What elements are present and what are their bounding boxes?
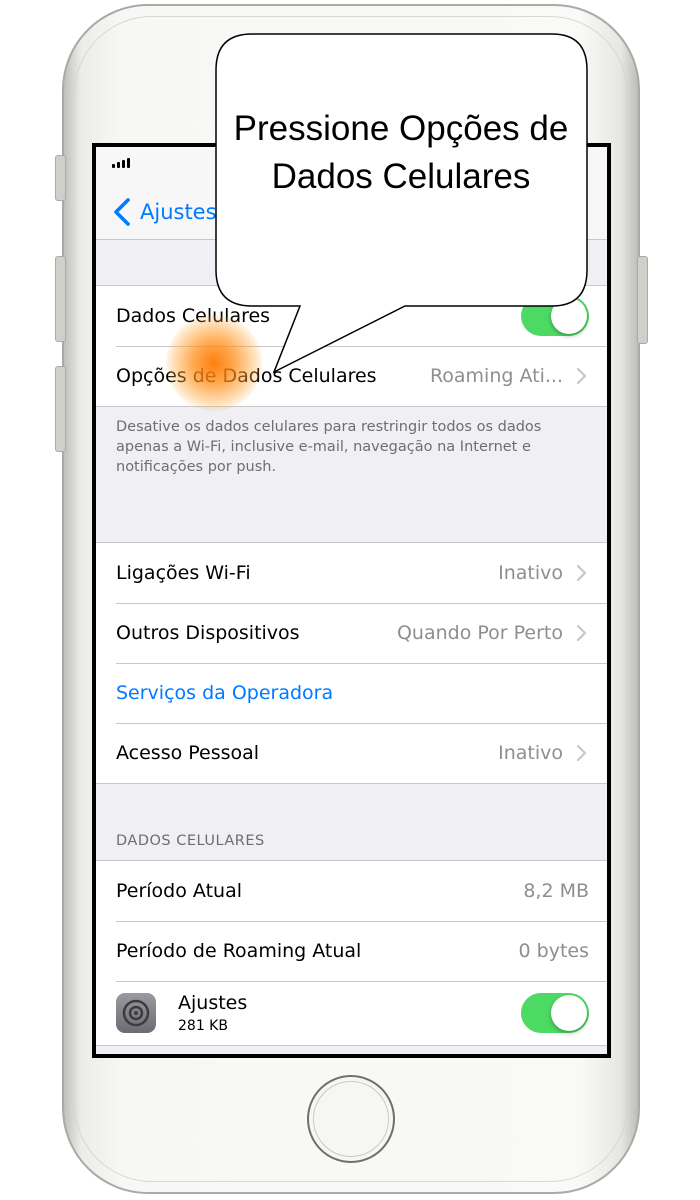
data-usage-group: Período Atual 8,2 MB Período de Roaming … — [96, 860, 607, 1046]
cellular-data-row: Dados Celulares — [96, 286, 607, 346]
current-period-row: Período Atual 8,2 MB — [96, 861, 607, 921]
volume-up-button — [55, 256, 66, 342]
other-devices-value: Quando Por Perto — [396, 622, 563, 644]
settings-app-icon — [116, 993, 156, 1033]
cellular-data-label: Dados Celulares — [116, 305, 271, 327]
personal-hotspot-label: Acesso Pessoal — [116, 742, 260, 764]
gear-icon — [122, 999, 150, 1027]
cellular-data-options-value: Roaming Ati... — [429, 365, 563, 387]
callout-text: Pressione Opções de Dados Celulares — [233, 109, 569, 196]
other-devices-row[interactable]: Outros Dispositivos Quando Por Perto — [96, 603, 607, 663]
chevron-right-icon — [576, 624, 587, 642]
app-name: Ajustes — [178, 992, 248, 1014]
wifi-calling-label: Ligações Wi-Fi — [116, 562, 251, 584]
services-group: Ligações Wi-Fi Inativo Outros Dispositiv… — [96, 542, 607, 784]
current-period-label: Período Atual — [116, 880, 242, 902]
back-button-label: Ajustes — [140, 200, 217, 224]
home-button[interactable] — [307, 1075, 395, 1163]
wifi-calling-row[interactable]: Ligações Wi-Fi Inativo — [96, 543, 607, 603]
chevron-right-icon — [576, 744, 587, 762]
cellular-data-footer: Desative os dados celulares para restrin… — [116, 419, 542, 475]
app-usage-text: Ajustes 281 KB — [178, 992, 247, 1034]
chevron-right-icon — [576, 367, 587, 385]
roaming-period-value: 0 bytes — [518, 940, 589, 962]
personal-hotspot-value: Inativo — [498, 742, 563, 764]
wifi-calling-value: Inativo — [498, 562, 563, 584]
personal-hotspot-row[interactable]: Acesso Pessoal Inativo — [96, 723, 607, 783]
roaming-period-row: Período de Roaming Atual 0 bytes — [96, 921, 607, 981]
cellular-data-options-row[interactable]: Opções de Dados Celulares Roaming Ati... — [96, 346, 607, 406]
app-data-size: 281 KB — [178, 1018, 228, 1034]
chevron-right-icon — [576, 564, 587, 582]
other-devices-label: Outros Dispositivos — [116, 622, 300, 644]
settings-screen: Ajustes Dados Celulares Opções de Dados … — [96, 147, 607, 1054]
app-cellular-toggle[interactable] — [521, 993, 589, 1033]
volume-down-button — [55, 366, 66, 452]
carrier-services-link[interactable]: Serviços da Operadora — [116, 682, 333, 704]
cellular-settings-group: Dados Celulares Opções de Dados Celulare… — [96, 285, 607, 407]
app-usage-row: Ajustes 281 KB — [96, 981, 607, 1045]
cellular-data-options-label: Opções de Dados Celulares — [116, 365, 377, 387]
signal-strength-icon — [112, 158, 130, 168]
roaming-period-label: Período de Roaming Atual — [116, 940, 362, 962]
power-button — [637, 256, 648, 344]
carrier-services-row[interactable]: Serviços da Operadora — [96, 663, 607, 723]
cellular-data-toggle[interactable] — [521, 296, 589, 336]
phone-screen: Ajustes Dados Celulares Opções de Dados … — [92, 143, 611, 1058]
back-button[interactable]: Ajustes — [108, 195, 217, 229]
current-period-value: 8,2 MB — [523, 880, 589, 902]
cellular-data-section-header: DADOS CELULARES — [116, 833, 265, 849]
chevron-left-icon — [114, 198, 130, 226]
mute-switch — [55, 155, 66, 201]
